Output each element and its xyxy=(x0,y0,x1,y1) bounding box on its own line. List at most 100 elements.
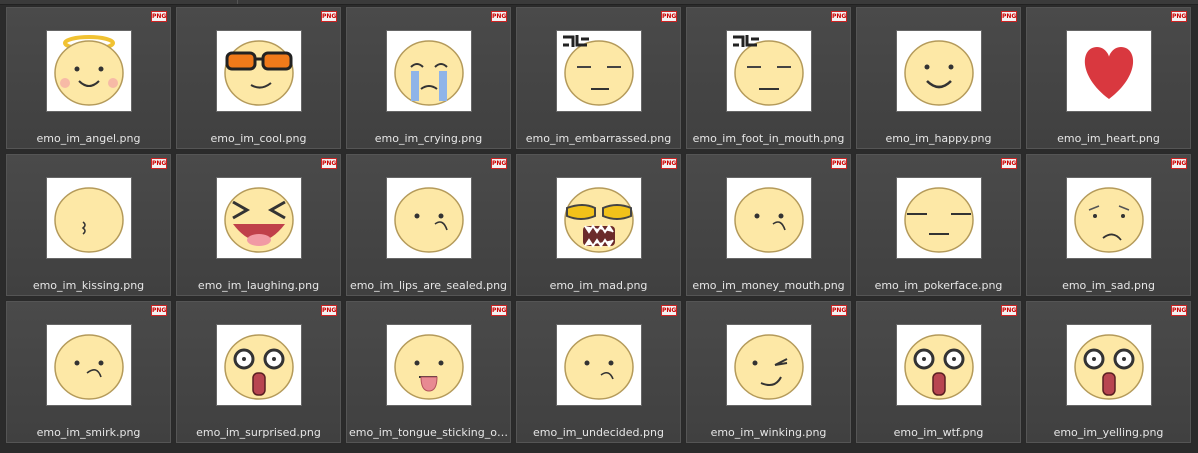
file-tile-kissing[interactable]: PNG emo_im_kissing.png xyxy=(5,153,172,297)
file-name-label: emo_im_yelling.png xyxy=(1053,426,1164,439)
png-badge-icon: PNG xyxy=(151,11,167,22)
toolbar-divider xyxy=(237,0,238,4)
file-tile-money-mouth[interactable]: PNG emo_im_money_mouth.png xyxy=(685,153,852,297)
png-badge-icon: PNG xyxy=(661,305,677,316)
png-badge-icon: PNG xyxy=(321,305,337,316)
lips-sealed-face-icon xyxy=(394,187,464,253)
file-tile-sad[interactable]: PNG emo_im_sad.png xyxy=(1025,153,1192,297)
tongue-face-icon xyxy=(394,334,464,400)
file-name-label: emo_im_lips_are_sealed.png xyxy=(349,279,508,292)
file-tile-heart[interactable]: PNG emo_im_heart.png xyxy=(1025,6,1192,150)
thumbnail xyxy=(1067,178,1151,258)
sad-face-icon xyxy=(1074,187,1144,253)
file-tile-happy[interactable]: PNG emo_im_happy.png xyxy=(855,6,1022,150)
file-tile-embarrassed[interactable]: PNG emo_im_embarrassed.png xyxy=(515,6,682,150)
png-badge-icon: PNG xyxy=(1171,158,1187,169)
thumbnail xyxy=(557,325,641,405)
thumbnail xyxy=(387,325,471,405)
thumbnail xyxy=(557,31,641,111)
png-badge-icon: PNG xyxy=(321,158,337,169)
file-name-label: emo_im_kissing.png xyxy=(32,279,145,292)
thumbnail xyxy=(217,325,301,405)
file-name-label: emo_im_happy.png xyxy=(885,132,992,145)
png-badge-icon: PNG xyxy=(661,11,677,22)
thumbnail xyxy=(897,325,981,405)
file-tile-wtf[interactable]: PNG emo_im_wtf.png xyxy=(855,300,1022,444)
file-tile-crying[interactable]: PNG emo_im_crying.png xyxy=(345,6,512,150)
file-tile-smirk[interactable]: PNG emo_im_smirk.png xyxy=(5,300,172,444)
png-badge-icon: PNG xyxy=(491,158,507,169)
cool-face-icon xyxy=(224,40,294,106)
yelling-face-icon xyxy=(1074,334,1144,400)
thumbnail xyxy=(727,178,811,258)
thumbnail xyxy=(1067,31,1151,111)
file-tile-angel[interactable]: PNG emo_im_angel.png xyxy=(5,6,172,150)
file-name-label: emo_im_tongue_sticking_ou... xyxy=(349,426,511,439)
png-badge-icon: PNG xyxy=(151,158,167,169)
png-badge-icon: PNG xyxy=(831,11,847,22)
file-tile-tongue-sticking-out[interactable]: PNG emo_im_tongue_sticking_ou... xyxy=(345,300,512,444)
crying-face-icon xyxy=(394,40,464,106)
laughing-face-icon xyxy=(224,187,294,253)
kissing-face-icon xyxy=(54,187,124,253)
file-name-label: emo_im_winking.png xyxy=(710,426,827,439)
thumbnail xyxy=(557,178,641,258)
file-name-label: emo_im_money_mouth.png xyxy=(692,279,845,292)
png-badge-icon: PNG xyxy=(1171,11,1187,22)
file-tile-yelling[interactable]: PNG emo_im_yelling.png xyxy=(1025,300,1192,444)
png-badge-icon: PNG xyxy=(321,11,337,22)
file-tile-mad[interactable]: PNG emo_im_mad.png xyxy=(515,153,682,297)
file-tile-laughing[interactable]: PNG emo_im_laughing.png xyxy=(175,153,342,297)
file-name-label: emo_im_mad.png xyxy=(549,279,648,292)
mad-face-icon xyxy=(564,187,634,253)
foot-in-mouth-face-icon xyxy=(733,35,804,106)
thumbnail xyxy=(217,178,301,258)
file-name-label: emo_im_surprised.png xyxy=(196,426,321,439)
happy-face-icon xyxy=(904,40,974,106)
thumbnail xyxy=(387,178,471,258)
pokerface-face-icon xyxy=(904,187,974,253)
smirk-face-icon xyxy=(54,334,124,400)
file-name-label: emo_im_laughing.png xyxy=(197,279,320,292)
thumbnail xyxy=(387,31,471,111)
png-badge-icon: PNG xyxy=(831,305,847,316)
thumbnail xyxy=(47,325,131,405)
file-name-label: emo_im_pokerface.png xyxy=(874,279,1003,292)
winking-face-icon xyxy=(734,334,804,400)
file-tile-foot-in-mouth[interactable]: PNG emo_im_foot_in_mouth.png xyxy=(685,6,852,150)
file-name-label: emo_im_foot_in_mouth.png xyxy=(692,132,845,145)
file-tile-cool[interactable]: PNG emo_im_cool.png xyxy=(175,6,342,150)
png-badge-icon: PNG xyxy=(491,305,507,316)
file-name-label: emo_im_smirk.png xyxy=(36,426,141,439)
file-name-label: emo_im_wtf.png xyxy=(893,426,984,439)
file-tile-lips-are-sealed[interactable]: PNG emo_im_lips_are_sealed.png xyxy=(345,153,512,297)
png-badge-icon: PNG xyxy=(1001,158,1017,169)
thumbnail xyxy=(727,31,811,111)
file-tile-winking[interactable]: PNG emo_im_winking.png xyxy=(685,300,852,444)
file-tile-undecided[interactable]: PNG emo_im_undecided.png xyxy=(515,300,682,444)
file-name-label: emo_im_angel.png xyxy=(36,132,141,145)
png-badge-icon: PNG xyxy=(491,11,507,22)
thumbnail xyxy=(217,31,301,111)
png-badge-icon: PNG xyxy=(831,158,847,169)
thumbnail xyxy=(897,31,981,111)
file-tile-surprised[interactable]: PNG emo_im_surprised.png xyxy=(175,300,342,444)
surprised-face-icon xyxy=(224,334,294,400)
top-toolbar-strip xyxy=(0,0,1198,5)
png-badge-icon: PNG xyxy=(1171,305,1187,316)
file-name-label: emo_im_undecided.png xyxy=(533,426,664,439)
wtf-face-icon xyxy=(904,334,974,400)
undecided-face-icon xyxy=(564,334,634,400)
png-badge-icon: PNG xyxy=(1001,11,1017,22)
png-badge-icon: PNG xyxy=(1001,305,1017,316)
thumbnail xyxy=(897,178,981,258)
file-name-label: emo_im_sad.png xyxy=(1062,279,1155,292)
money-mouth-face-icon xyxy=(734,187,804,253)
file-name-label: emo_im_cool.png xyxy=(210,132,307,145)
file-name-label: emo_im_embarrassed.png xyxy=(525,132,672,145)
embarrassed-face-icon xyxy=(563,35,634,106)
file-tile-pokerface[interactable]: PNG emo_im_pokerface.png xyxy=(855,153,1022,297)
file-name-label: emo_im_crying.png xyxy=(374,132,483,145)
thumbnail-grid: PNG emo_im_angel.png PNG emo_im_cool.png P… xyxy=(5,6,1192,444)
thumbnail xyxy=(47,178,131,258)
